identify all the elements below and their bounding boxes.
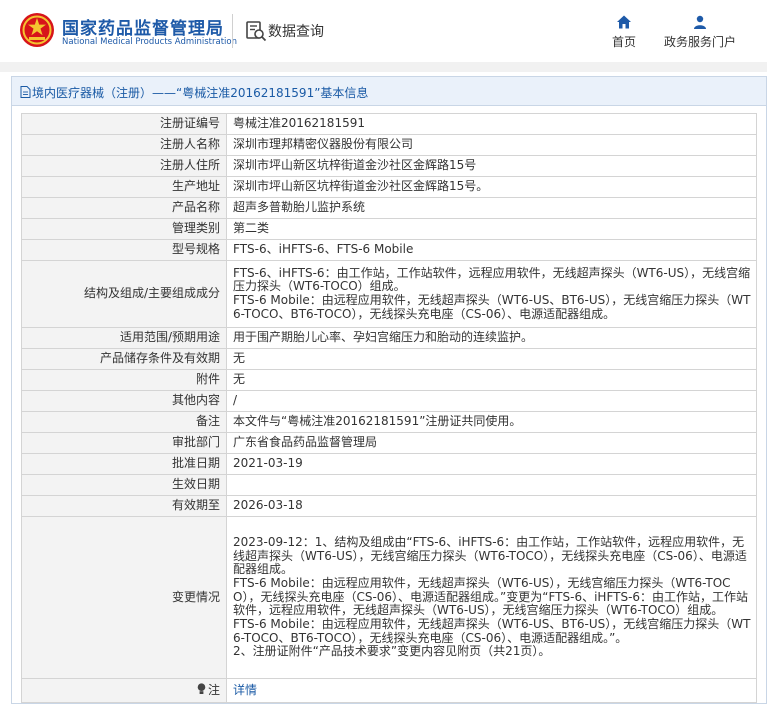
detail-panel: 境内医疗器械（注册）——“粤械注准20162181591”基本信息 注册证编号粤… — [11, 76, 767, 704]
table-row: 管理类别 第二类 — [21, 218, 757, 240]
note-value-cell: 详情 — [226, 678, 757, 703]
header-separator — [0, 62, 767, 72]
field-value: 用于围产期胎儿心率、孕妇宫缩压力和胎动的连续监护。 — [226, 327, 757, 349]
field-label: 附件 — [21, 369, 227, 391]
field-label: 适用范围/预期用途 — [21, 327, 227, 349]
field-label: 管理类别 — [21, 218, 227, 240]
field-label: 注册证编号 — [21, 113, 227, 135]
table-row: 结构及组成/主要组成成分 FTS-6、iHFTS-6：由工作站，工作站软件，远程应… — [21, 260, 757, 328]
bulb-icon — [197, 683, 206, 695]
field-label: 产品储存条件及有效期 — [21, 348, 227, 370]
data-query-icon — [246, 21, 267, 42]
table-row: 注册人名称 深圳市理邦精密仪器股份有限公司 — [21, 134, 757, 156]
field-value: 广东省食品药品监督管理局 — [226, 432, 757, 454]
field-value: FTS-6、iHFTS-6、FTS-6 Mobile — [226, 239, 757, 261]
panel-title-text: 境内医疗器械（注册）——“粤械注准20162181591”基本信息 — [32, 86, 369, 100]
field-label: 注册人住所 — [21, 155, 227, 177]
field-label: 变更情况 — [21, 516, 227, 679]
field-value: 2023-09-12：1、结构及组成由“FTS-6、iHFTS-6：由工作站，工… — [226, 516, 757, 679]
field-label: 审批部门 — [21, 432, 227, 454]
site-logo-title: 国家药品监督管理局 — [62, 19, 224, 39]
nav-home-link[interactable]: 首页 — [604, 14, 644, 50]
data-query-label: 数据查询 — [268, 24, 324, 40]
table-row: 注册证编号 粤械注准20162181591 — [21, 113, 757, 135]
nav-home-label: 首页 — [611, 35, 636, 49]
field-label: 型号规格 — [21, 239, 227, 261]
field-label: 有效期至 — [21, 495, 227, 517]
table-row: 产品名称 超声多普勒胎儿监护系统 — [21, 197, 757, 219]
field-value: 深圳市坪山新区坑梓街道金沙社区金辉路15号。 — [226, 176, 757, 198]
table-row: 生效日期 — [21, 474, 757, 496]
user-icon — [694, 15, 706, 29]
field-value: 深圳市坪山新区坑梓街道金沙社区金辉路15号 — [226, 155, 757, 177]
table-row: 注 详情 — [21, 678, 757, 703]
details-link[interactable]: 详情 — [233, 683, 257, 697]
panel-title: 境内医疗器械（注册）——“粤械注准20162181591”基本信息 — [20, 84, 368, 101]
field-value: FTS-6、iHFTS-6：由工作站，工作站软件，远程应用软件，无线超声探头（W… — [226, 260, 757, 328]
table-row: 变更情况 2023-09-12：1、结构及组成由“FTS-6、iHFTS-6：由工… — [21, 516, 757, 679]
field-label: 生产地址 — [21, 176, 227, 198]
field-value: 无 — [226, 348, 757, 370]
table-row: 适用范围/预期用途 用于围产期胎儿心率、孕妇宫缩压力和胎动的连续监护。 — [21, 327, 757, 349]
field-value: 本文件与“粤械注准20162181591”注册证共同使用。 — [226, 411, 757, 433]
field-label: 产品名称 — [21, 197, 227, 219]
field-value: 超声多普勒胎儿监护系统 — [226, 197, 757, 219]
field-label: 其他内容 — [21, 390, 227, 412]
field-label: 备注 — [21, 411, 227, 433]
field-label: 注册人名称 — [21, 134, 227, 156]
field-value: 第二类 — [226, 218, 757, 240]
field-label: 结构及组成/主要组成成分 — [21, 260, 227, 328]
table-row: 批准日期 2021-03-19 — [21, 453, 757, 475]
field-value: 无 — [226, 369, 757, 391]
field-value: 深圳市理邦精密仪器股份有限公司 — [226, 134, 757, 156]
site-logo-subtitle: National Medical Products Administration — [62, 37, 237, 47]
site-header: 国家药品监督管理局 National Medical Products Admi… — [0, 0, 767, 62]
home-icon — [617, 15, 631, 29]
field-value: / — [226, 390, 757, 412]
field-value — [226, 474, 757, 496]
nav-gov-portal-label: 政务服务门户 — [663, 35, 736, 49]
table-row: 产品储存条件及有效期无 — [21, 348, 757, 370]
panel-header: 境内医疗器械（注册）——“粤械注准20162181591”基本信息 — [12, 77, 766, 106]
note-label-cell: 注 — [21, 678, 227, 703]
table-row: 备注 本文件与“粤械注准20162181591”注册证共同使用。 — [21, 411, 757, 433]
nav-gov-portal-link[interactable]: 政务服务门户 — [660, 14, 740, 50]
table-row: 生产地址 深圳市坪山新区坑梓街道金沙社区金辉路15号。 — [21, 176, 757, 198]
field-label: 生效日期 — [21, 474, 227, 496]
field-label: 批准日期 — [21, 453, 227, 475]
table-row: 有效期至 2026-03-18 — [21, 495, 757, 517]
document-icon — [20, 86, 31, 98]
registration-info-table: 注册证编号 粤械注准20162181591 注册人名称 深圳市理邦精密仪器股份有限公… — [21, 113, 757, 703]
note-label: 注 — [207, 683, 220, 698]
table-row: 型号规格 FTS-6、iHFTS-6、FTS-6 Mobile — [21, 239, 757, 261]
national-emblem-icon — [20, 13, 54, 47]
field-value: 2026-03-18 — [226, 495, 757, 517]
table-row: 附件无 — [21, 369, 757, 391]
table-row: 审批部门 广东省食品药品监督管理局 — [21, 432, 757, 454]
field-value: 2021-03-19 — [226, 453, 757, 475]
field-value: 粤械注准20162181591 — [226, 113, 757, 135]
table-row: 注册人住所 深圳市坪山新区坑梓街道金沙社区金辉路15号 — [21, 155, 757, 177]
header-divider — [232, 14, 233, 48]
table-row: 其他内容 / — [21, 390, 757, 412]
